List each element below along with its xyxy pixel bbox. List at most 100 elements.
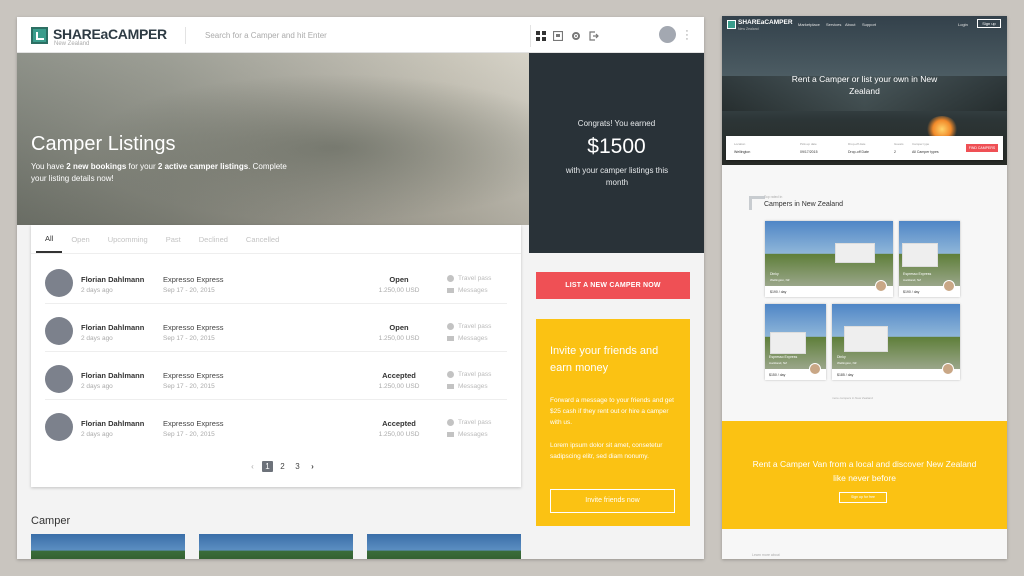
cta-title: Rent a Camper Van from a local and disco… xyxy=(752,459,977,483)
listing-location: Auckland, NZ xyxy=(903,278,922,282)
more-menu-icon[interactable]: · · · xyxy=(684,26,690,45)
camper-thumbnail[interactable] xyxy=(199,534,353,559)
nav-about[interactable]: About xyxy=(845,22,855,27)
inbox-icon[interactable] xyxy=(552,30,563,41)
field-label: Pick-up date xyxy=(800,142,817,146)
page-2-button[interactable]: 2 xyxy=(277,461,288,472)
booking-dates: Sep 17 - 20, 2015 xyxy=(163,383,215,390)
status-badge: Open xyxy=(389,275,409,284)
prev-page-button[interactable]: ‹ xyxy=(247,461,258,472)
camper-card[interactable]: Dinky Wellington, NZ $185 / day xyxy=(832,304,960,380)
travel-pass-link[interactable]: Travel pass xyxy=(458,275,491,282)
dashboard-grid-icon[interactable] xyxy=(535,30,546,41)
host-avatar xyxy=(943,280,955,292)
camper-van-image xyxy=(835,243,875,263)
earnings-label: Congrats! You earned xyxy=(577,119,656,128)
invite-text: Lorem ipsum dolor sit amet, consetetur s… xyxy=(550,442,663,460)
tab-upcomming[interactable]: Upcomming xyxy=(99,225,157,253)
tab-declined[interactable]: Declined xyxy=(190,225,237,253)
message-icon xyxy=(447,336,454,341)
page-1-button[interactable]: 1 xyxy=(262,461,273,472)
host-avatar xyxy=(809,363,821,375)
travel-pass-icon xyxy=(447,323,454,330)
footer-text: Learn more about xyxy=(752,553,780,557)
table-row[interactable]: Florian Dahlmann 2 days ago Expresso Exp… xyxy=(31,352,521,400)
signup-button[interactable]: Sign up xyxy=(977,19,1001,28)
cta-signup-button[interactable]: Sign up for free xyxy=(839,492,887,503)
listing-location: Wellington, NZ xyxy=(837,361,857,365)
messages-link[interactable]: Messages xyxy=(458,287,488,294)
tab-open[interactable]: Open xyxy=(62,225,98,253)
booking-price: 1.250,00 USD xyxy=(378,431,420,438)
field-label: Location xyxy=(734,142,746,146)
more-campers-link[interactable]: more campers in New Zealand xyxy=(832,396,873,400)
logo-text[interactable]: SHAREaCAMPER xyxy=(53,26,167,42)
camper-van-image xyxy=(844,326,888,352)
camper-card[interactable]: Dinky Wellington, NZ $190 / day xyxy=(765,221,893,297)
guest-name: Florian Dahlmann xyxy=(81,371,145,380)
table-row[interactable]: Florian Dahlmann 2 days ago Expresso Exp… xyxy=(31,400,521,447)
logo-icon[interactable] xyxy=(31,27,48,44)
arrow-icon xyxy=(749,196,765,210)
invite-friends-button[interactable]: Invite friends now xyxy=(550,489,675,513)
booking-age: 2 days ago xyxy=(81,287,113,294)
login-link[interactable]: Login xyxy=(958,22,968,27)
nav-services[interactable]: Services xyxy=(826,22,841,27)
logout-icon[interactable] xyxy=(588,30,599,41)
tab-cancelled[interactable]: Cancelled xyxy=(237,225,288,253)
guests-field[interactable]: 2 xyxy=(894,150,896,154)
messages-link[interactable]: Messages xyxy=(458,383,488,390)
table-row[interactable]: Florian Dahlmann 2 days ago Expresso Exp… xyxy=(31,256,521,304)
travel-pass-icon xyxy=(447,371,454,378)
status-badge: Open xyxy=(389,323,409,332)
table-row[interactable]: Florian Dahlmann 2 days ago Expresso Exp… xyxy=(31,304,521,352)
dropoff-date-field[interactable]: Drop-off Date xyxy=(848,150,869,154)
booking-dates: Sep 17 - 20, 2015 xyxy=(163,431,215,438)
camper-card[interactable]: Espresso Express Auckland, NZ $190 / day xyxy=(899,221,960,297)
messages-link[interactable]: Messages xyxy=(458,335,488,342)
logo-text[interactable]: SHAREaCAMPER xyxy=(738,19,793,26)
travel-pass-icon xyxy=(447,275,454,282)
search-input[interactable] xyxy=(205,28,455,42)
search-form: Location Wellington Pick-up date 09/17/2… xyxy=(726,136,1003,160)
booking-price: 1.250,00 USD xyxy=(378,287,420,294)
status-badge: Accepted xyxy=(382,371,416,380)
travel-pass-icon xyxy=(447,419,454,426)
messages-link[interactable]: Messages xyxy=(458,431,488,438)
page-3-button[interactable]: 3 xyxy=(292,461,303,472)
next-page-button[interactable]: › xyxy=(307,461,318,472)
tab-all[interactable]: All xyxy=(36,225,63,253)
tab-past[interactable]: Past xyxy=(157,225,190,253)
camper-thumbnail[interactable] xyxy=(31,534,185,559)
gear-icon[interactable] xyxy=(570,30,581,41)
guest-name: Florian Dahlmann xyxy=(81,419,145,428)
guest-name: Florian Dahlmann xyxy=(81,323,145,332)
location-field[interactable]: Wellington xyxy=(734,150,750,154)
user-avatar[interactable] xyxy=(659,26,676,43)
earnings-panel: Congrats! You earned $1500 with your cam… xyxy=(529,53,704,253)
logo-icon[interactable] xyxy=(727,20,736,29)
travel-pass-link[interactable]: Travel pass xyxy=(458,371,491,378)
booking-age: 2 days ago xyxy=(81,335,113,342)
listing-name: Espresso Express xyxy=(903,272,932,276)
invite-panel: Invite your friends and earn money Forwa… xyxy=(536,319,690,526)
nav-support[interactable]: Support xyxy=(862,22,876,27)
camper-thumbnail[interactable] xyxy=(367,534,521,559)
pickup-date-field[interactable]: 09/17/2015 xyxy=(800,150,818,154)
find-campers-button[interactable]: FIND CAMPERS xyxy=(966,144,998,152)
field-label: Drop-off date xyxy=(848,142,866,146)
travel-pass-link[interactable]: Travel pass xyxy=(458,323,491,330)
listing-name: Dinky xyxy=(837,355,846,359)
nav-marketplace[interactable]: Marketplace xyxy=(798,22,820,27)
hero-subtitle: You have 2 new bookings for your 2 activ… xyxy=(31,162,287,183)
booking-tabs: All Open Upcomming Past Declined Cancell… xyxy=(31,225,521,254)
camper-van-image xyxy=(770,332,806,354)
camper-type-field[interactable]: All Camper types xyxy=(912,150,939,154)
camper-card[interactable]: Espresso Express Auckland, NZ $150 / day xyxy=(765,304,826,380)
section-subtitle: Top rated in xyxy=(764,195,783,199)
logo-subtitle: New Zealand xyxy=(54,41,90,47)
divider xyxy=(530,25,531,47)
site-hero-title: Rent a Camper or list your own in New Ze… xyxy=(791,74,938,96)
travel-pass-link[interactable]: Travel pass xyxy=(458,419,491,426)
list-new-camper-button[interactable]: LIST A NEW CAMPER NOW xyxy=(536,272,690,299)
